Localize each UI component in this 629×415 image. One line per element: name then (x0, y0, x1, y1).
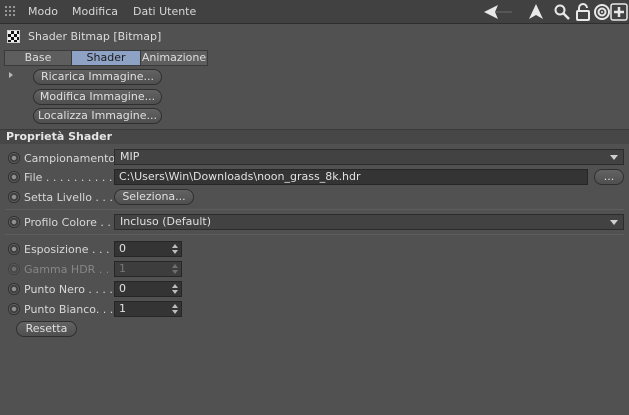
black-point-label: Punto Nero . . . . (24, 283, 113, 296)
section-header: Proprietà Shader (0, 129, 629, 144)
chevron-down-icon (610, 220, 618, 225)
exposure-input[interactable]: 0 (114, 241, 182, 257)
chevron-down-icon (610, 155, 618, 160)
grip-handle-icon[interactable] (4, 5, 16, 18)
reset-button[interactable]: Resetta (16, 321, 77, 337)
search-icon[interactable] (553, 3, 571, 21)
lock-icon[interactable] (574, 3, 592, 21)
gamma-animate-radio (8, 263, 20, 275)
file-path-field[interactable]: C:\Users\Win\Downloads\noon_grass_8k.hdr (114, 169, 588, 185)
spinner-arrows-icon (172, 264, 178, 274)
divider (5, 234, 624, 235)
new-panel-icon[interactable] (610, 3, 628, 21)
spinner-arrows-icon[interactable] (172, 244, 178, 254)
menu-dati-utente[interactable]: Dati Utente (133, 5, 196, 18)
back-arrow-icon[interactable] (483, 3, 513, 21)
menu-bar: Modo Modifica Dati Utente (0, 0, 629, 24)
file-animate-radio[interactable] (8, 171, 20, 183)
black-point-value: 0 (119, 282, 126, 295)
gamma-value: 1 (119, 262, 126, 275)
edit-image-button[interactable]: Modifica Immagine... (33, 89, 162, 105)
layer-animate-radio[interactable] (8, 191, 20, 203)
tab-shader[interactable]: Shader (71, 50, 141, 66)
profile-animate-radio[interactable] (8, 216, 20, 228)
black-point-input[interactable]: 0 (114, 281, 182, 297)
tab-animazione[interactable]: Animazione (140, 50, 208, 66)
color-profile-dropdown[interactable]: Incluso (Default) (114, 214, 624, 230)
exposure-label: Esposizione . . . . (24, 243, 117, 256)
layer-label: Setta Livello . . . . (24, 191, 120, 204)
exposure-animate-radio[interactable] (8, 243, 20, 255)
sampling-dropdown[interactable]: MIP (114, 149, 624, 165)
menu-modo[interactable]: Modo (28, 5, 58, 18)
color-profile-value: Incluso (Default) (120, 215, 212, 228)
sampling-value: MIP (120, 150, 140, 163)
divider (5, 209, 624, 210)
file-label: File . . . . . . . . . . . (24, 171, 120, 184)
exposure-value: 0 (119, 242, 126, 255)
reload-image-button[interactable]: Ricarica Immagine... (33, 69, 162, 85)
sampling-animate-radio[interactable] (8, 152, 20, 164)
sampling-label: Campionamento (24, 152, 116, 165)
select-layer-button[interactable]: Seleziona... (114, 189, 194, 205)
tab-base[interactable]: Base (4, 50, 72, 66)
color-profile-label: Profilo Colore . . (24, 216, 111, 229)
white-point-input[interactable]: 1 (114, 301, 182, 317)
white-point-label: Punto Bianco. . . . (24, 303, 121, 316)
target-icon[interactable] (593, 3, 611, 21)
black-point-animate-radio[interactable] (8, 283, 20, 295)
file-browse-button[interactable]: ... (594, 169, 624, 185)
pointer-icon[interactable] (527, 3, 545, 21)
locate-image-button[interactable]: Localizza Immagine... (33, 108, 162, 124)
object-title: Shader Bitmap [Bitmap] (28, 30, 162, 43)
white-point-value: 1 (119, 302, 126, 315)
bitmap-shader-icon (7, 30, 20, 43)
spinner-arrows-icon[interactable] (172, 284, 178, 294)
gamma-label: Gamma HDR . . . . (24, 263, 124, 276)
spinner-arrows-icon[interactable] (172, 304, 178, 314)
gamma-input: 1 (114, 261, 182, 277)
menu-modifica[interactable]: Modifica (72, 5, 118, 18)
expand-arrow-icon[interactable] (9, 72, 13, 78)
white-point-animate-radio[interactable] (8, 303, 20, 315)
